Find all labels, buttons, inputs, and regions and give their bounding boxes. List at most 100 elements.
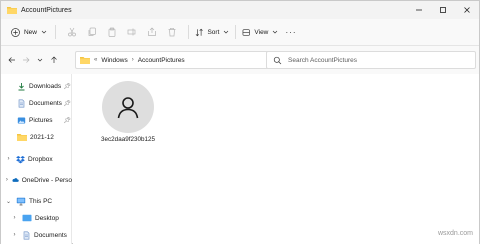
view-label: View: [254, 28, 269, 36]
pin-icon: 📌︎: [63, 117, 71, 124]
copy-icon: [88, 27, 96, 36]
delete-button[interactable]: [162, 22, 182, 42]
computer-icon: [16, 197, 26, 205]
file-thumbnail: [102, 81, 154, 133]
folder-icon: [80, 57, 90, 64]
folder-icon: [17, 134, 27, 141]
address-row: « Windows › AccountPictures Search Accou…: [1, 46, 479, 74]
more-options-button[interactable]: ···: [282, 22, 300, 42]
nav-label: Desktop: [35, 214, 59, 222]
paste-button[interactable]: [102, 22, 122, 42]
toolbar-divider: [55, 25, 56, 39]
search-box[interactable]: Search AccountPictures: [266, 51, 476, 69]
new-label: New: [23, 28, 37, 36]
breadcrumb-windows[interactable]: Windows: [101, 57, 127, 64]
pin-icon: 📌︎: [63, 100, 71, 107]
chevron-right-icon[interactable]: ›: [4, 177, 10, 183]
nav-item-onedrive[interactable]: › OneDrive - Perso: [1, 172, 72, 188]
navigation-pane: Downloads 📌︎ Documents 📌︎ Pictures 📌︎ 20…: [1, 74, 72, 244]
cut-button[interactable]: [62, 22, 82, 42]
nav-label: 2021-12: [30, 133, 54, 141]
pictures-icon: [17, 117, 26, 123]
sort-label: Sort: [207, 28, 220, 36]
copy-button[interactable]: [82, 22, 102, 42]
document-icon: [18, 99, 25, 107]
scissors-icon: [68, 27, 76, 37]
command-bar: New Sort View ···: [1, 19, 479, 46]
chevron-down-icon[interactable]: ⌄: [4, 198, 13, 205]
nav-label: Dropbox: [28, 155, 53, 163]
search-placeholder: Search AccountPictures: [288, 56, 358, 64]
close-button[interactable]: [455, 1, 479, 19]
chevron-down-icon: [41, 30, 47, 34]
sort-button[interactable]: Sort: [195, 22, 229, 42]
share-icon: [148, 27, 156, 36]
nav-label: Pictures: [29, 116, 53, 124]
overflow-chevron-icon[interactable]: «: [94, 57, 97, 63]
sort-icon: [195, 28, 203, 36]
chevron-right-icon[interactable]: ›: [4, 156, 13, 162]
title-bar: AccountPictures: [1, 1, 479, 19]
forward-button[interactable]: [19, 50, 33, 70]
arrow-up-icon: [51, 56, 57, 63]
user-icon: [117, 97, 139, 119]
nav-item-downloads[interactable]: Downloads 📌︎: [1, 78, 72, 94]
minimize-icon: [416, 9, 422, 11]
nav-item-this-pc[interactable]: ⌄ This PC: [1, 193, 72, 209]
up-button[interactable]: [47, 50, 61, 70]
view-button[interactable]: View: [242, 22, 278, 42]
nav-item-dropbox[interactable]: › Dropbox: [1, 151, 72, 167]
chevron-right-icon[interactable]: ›: [132, 57, 134, 63]
new-button[interactable]: New: [9, 22, 49, 42]
nav-item-2021-12[interactable]: 2021-12: [1, 129, 72, 145]
nav-item-documents[interactable]: Documents 📌︎: [1, 95, 72, 111]
pin-icon: 📌︎: [63, 83, 71, 90]
arrow-right-icon: [23, 57, 30, 63]
watermark-text: wsxdn.com: [437, 230, 473, 237]
toolbar-divider: [235, 25, 236, 39]
nav-label: OneDrive - Perso: [21, 176, 72, 184]
toolbar-divider: [188, 25, 189, 39]
nav-label: Documents: [34, 231, 67, 239]
arrow-left-icon: [8, 57, 15, 63]
chevron-down-icon: [37, 58, 43, 62]
back-button[interactable]: [5, 50, 19, 70]
more-icon: ···: [285, 27, 297, 37]
document-icon: [23, 231, 30, 239]
nav-label: Downloads: [29, 82, 62, 90]
desktop-icon: [22, 214, 32, 222]
window-title: AccountPictures: [21, 6, 72, 14]
rename-icon: [127, 28, 136, 36]
maximize-button[interactable]: [431, 1, 455, 19]
dropbox-icon: [16, 155, 25, 163]
file-item[interactable]: 3ec2daa9f230b125: [95, 81, 161, 155]
plus-icon: [11, 27, 20, 37]
chevron-down-icon: [224, 30, 229, 34]
clipboard-icon: [108, 27, 116, 37]
file-name: 3ec2daa9f230b125: [101, 136, 155, 143]
nav-label: Documents: [29, 99, 62, 107]
nav-label: This PC: [29, 197, 53, 205]
trash-icon: [168, 27, 176, 37]
address-bar[interactable]: « Windows › AccountPictures: [75, 51, 273, 69]
chevron-right-icon[interactable]: ›: [10, 232, 19, 238]
folder-icon: [7, 7, 17, 14]
chevron-down-icon: [273, 30, 278, 34]
maximize-icon: [440, 7, 446, 13]
view-icon: [242, 28, 250, 36]
download-icon: [18, 82, 25, 90]
window-controls: [407, 1, 479, 19]
nav-item-pictures[interactable]: Pictures 📌︎: [1, 112, 72, 128]
nav-item-desktop[interactable]: › Desktop: [1, 210, 72, 226]
rename-button[interactable]: [122, 22, 142, 42]
nav-item-documents-pc[interactable]: › Documents: [1, 227, 72, 243]
breadcrumb-accountpictures[interactable]: AccountPictures: [138, 57, 185, 64]
search-icon: [273, 56, 282, 64]
cloud-icon: [12, 178, 19, 182]
minimize-button[interactable]: [407, 1, 431, 19]
close-icon: [464, 7, 470, 13]
share-button[interactable]: [142, 22, 162, 42]
recent-locations-button[interactable]: [33, 50, 47, 70]
chevron-right-icon[interactable]: ›: [10, 215, 19, 221]
file-explorer-window: AccountPictures New Sort View ··· « Wind…: [0, 0, 480, 244]
